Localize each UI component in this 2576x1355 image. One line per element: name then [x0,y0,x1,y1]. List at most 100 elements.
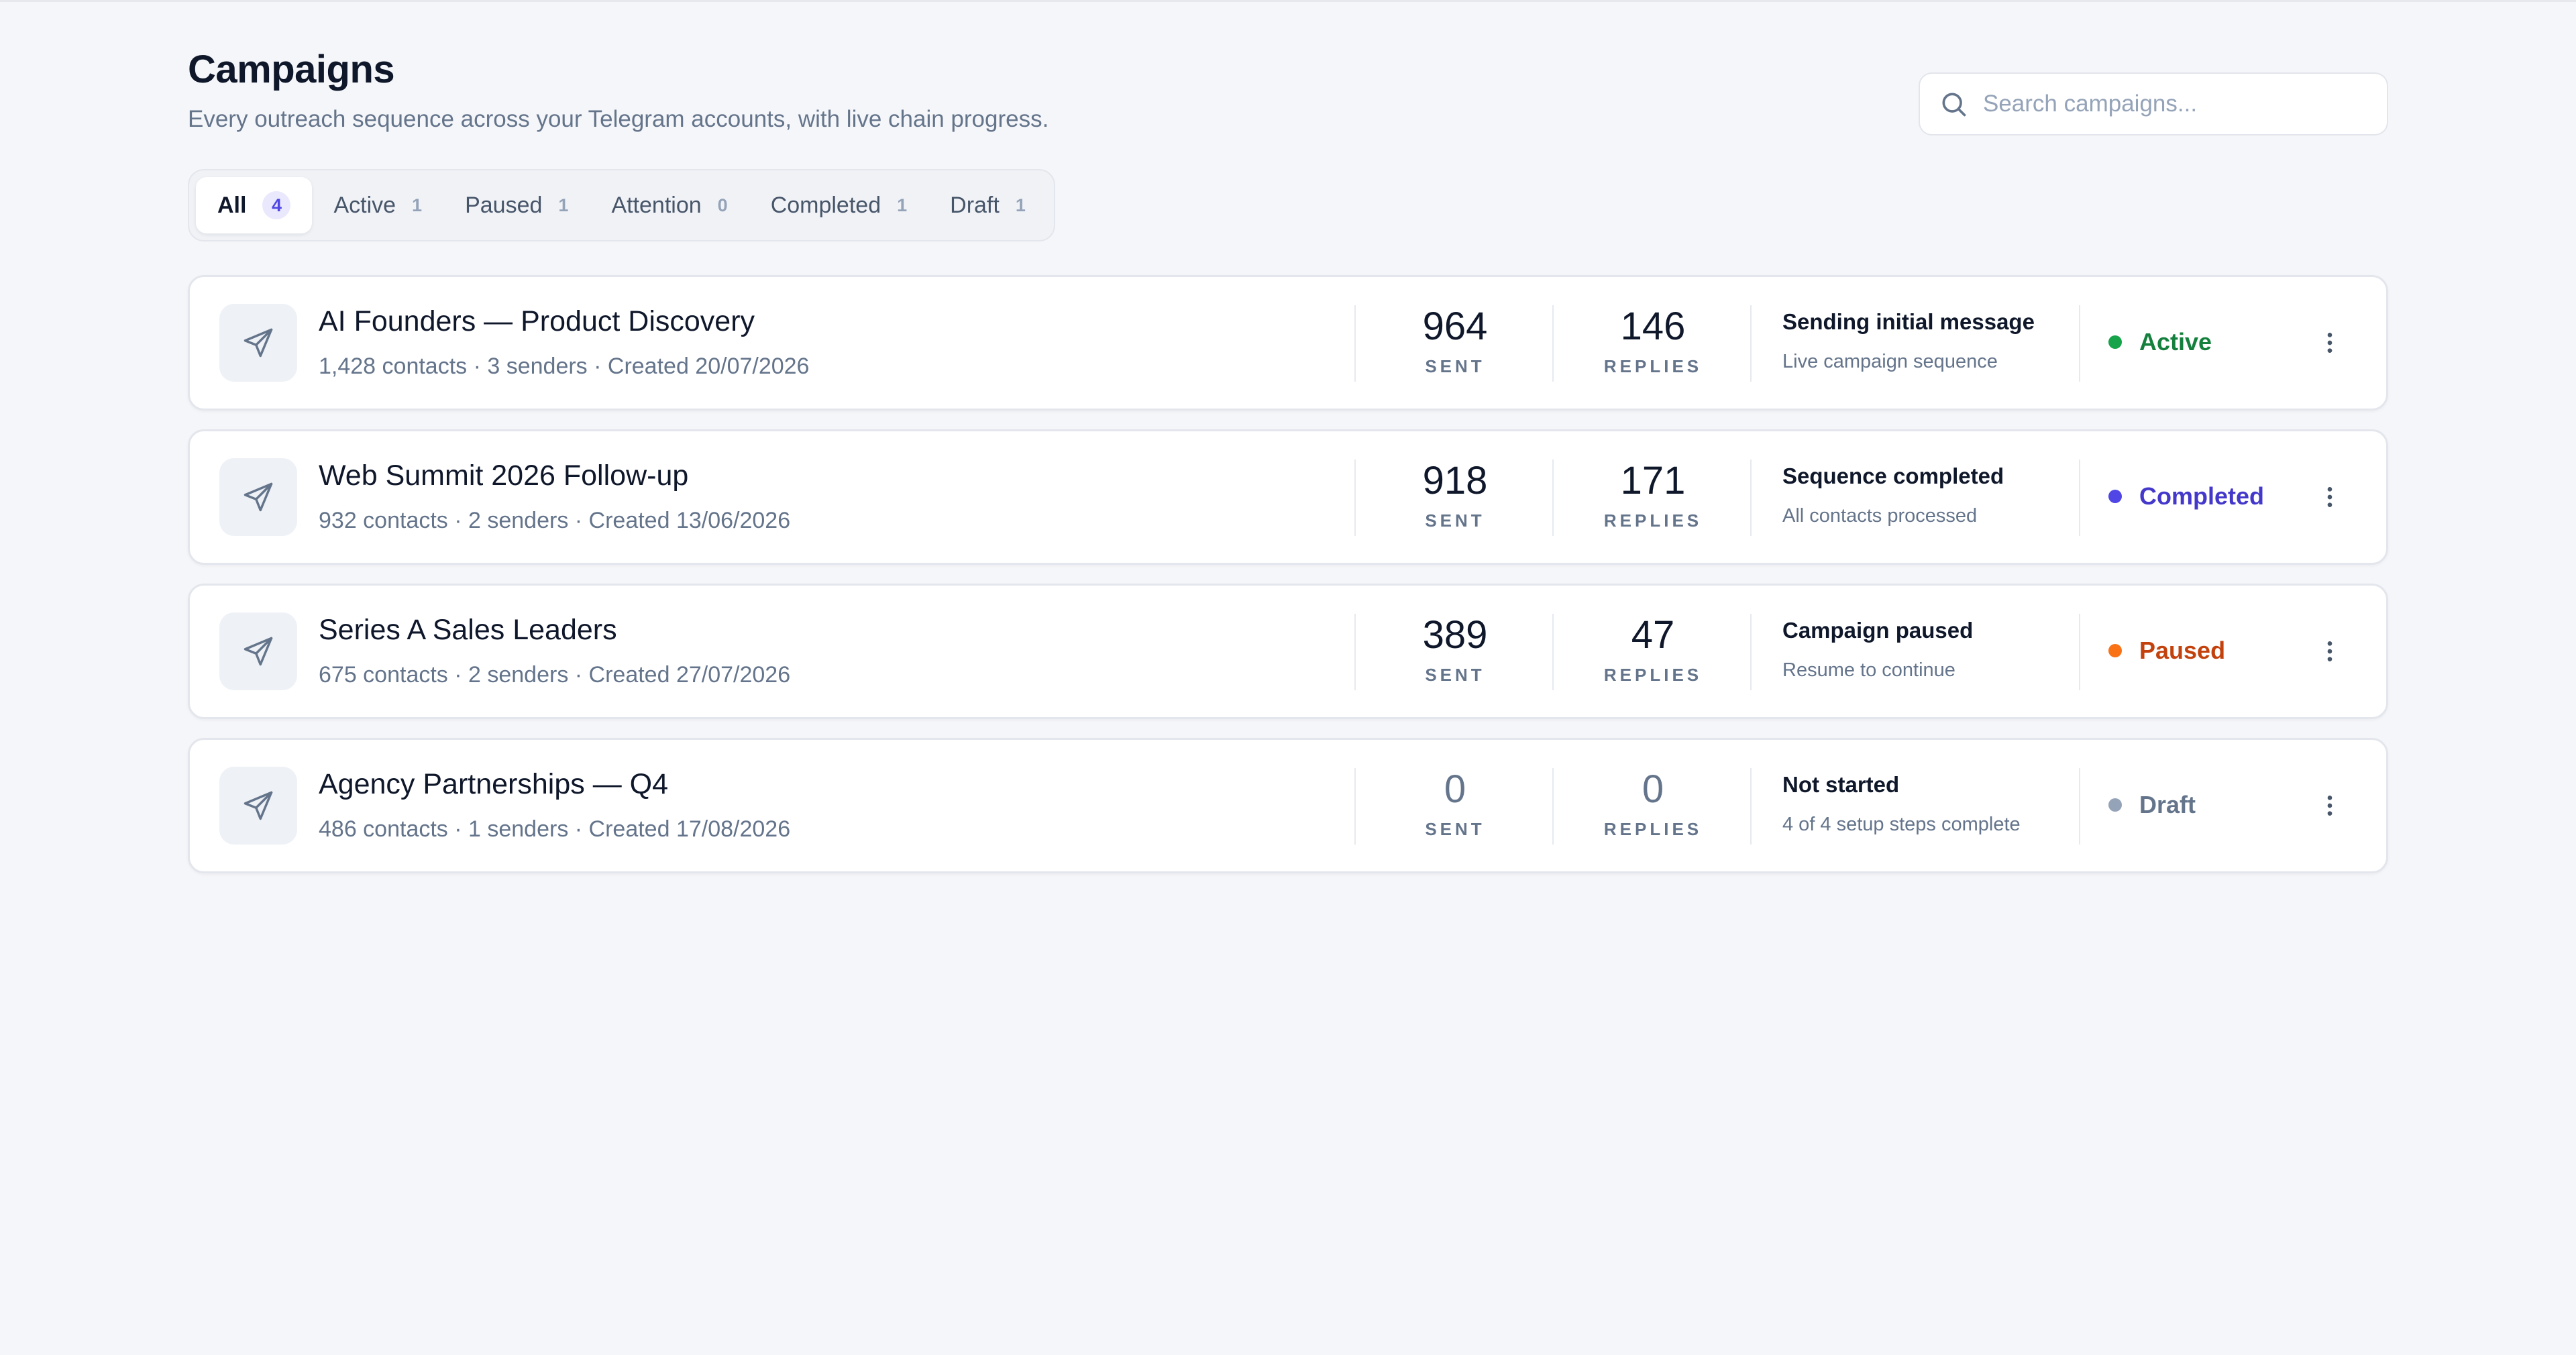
status-badge: Draft [2108,791,2196,819]
sent-metric: 0 SENT [1358,768,1552,840]
status-filter-tabs: All 4 Active 1 Paused 1 Attention 0 Comp… [188,169,1055,241]
progress-subtitle: Resume to continue [1782,659,1955,681]
divider [1750,768,1752,845]
sent-label: SENT [1425,664,1485,685]
search-box[interactable] [1919,72,2388,136]
tab-count: 1 [412,195,423,215]
chain-progress: Not started 4 of 4 setup steps complete [1782,772,2021,836]
status-badge: Active [2108,328,2212,356]
progress-title: Campaign paused [1782,618,1974,643]
status-badge: Paused [2108,637,2225,665]
replies-label: REPLIES [1603,818,1703,839]
send-icon [219,767,297,845]
status-dot [2108,798,2122,812]
tab-label: Draft [950,192,1000,218]
sent-count: 918 [1422,459,1488,502]
search-input[interactable] [1983,91,2387,117]
tab-attention[interactable]: Attention 0 [590,177,749,233]
progress-title: Not started [1782,772,1900,797]
tab-completed[interactable]: Completed 1 [749,177,928,233]
campaign-card[interactable]: Web Summit 2026 Follow-up 932 contacts ·… [188,429,2388,565]
divider [2079,614,2080,690]
campaign-name: AI Founders — Product Discovery [319,305,755,337]
status-label: Completed [2139,482,2265,510]
replies-count: 47 [1631,613,1675,657]
campaign-name: Web Summit 2026 Follow-up [319,459,689,492]
tab-label: Attention [611,192,702,218]
send-icon [219,612,297,690]
tab-count: 0 [717,195,728,215]
status-badge: Completed [2108,482,2264,510]
replies-label: REPLIES [1603,356,1703,376]
tab-all[interactable]: All 4 [196,177,313,233]
replies-metric: 146 REPLIES [1556,305,1750,377]
campaign-name: Agency Partnerships — Q4 [319,768,669,800]
more-vertical-icon[interactable] [2306,781,2354,830]
more-vertical-icon[interactable] [2306,473,2354,521]
progress-subtitle: Live campaign sequence [1782,351,1998,372]
replies-label: REPLIES [1603,510,1703,531]
tab-label: Paused [465,192,543,218]
page-subtitle: Every outreach sequence across your Tele… [188,106,1049,132]
divider [1750,459,1752,536]
replies-count: 171 [1620,459,1686,502]
sent-label: SENT [1425,510,1485,531]
chain-progress: Sending initial message Live campaign se… [1782,309,2035,373]
sent-metric: 389 SENT [1358,614,1552,686]
divider [1354,614,1356,690]
campaign-meta: 932 contacts · 2 senders · Created 13/06… [319,508,791,533]
campaign-meta: 675 contacts · 2 senders · Created 27/07… [319,662,791,688]
campaign-meta: 486 contacts · 1 senders · Created 17/08… [319,816,791,842]
divider [1354,305,1356,382]
sent-label: SENT [1425,818,1485,839]
chain-progress: Campaign paused Resume to continue [1782,618,1973,682]
campaigns-page: Campaigns Every outreach sequence across… [188,0,2388,873]
divider [1552,459,1554,536]
sent-count: 389 [1422,613,1488,657]
progress-subtitle: All contacts processed [1782,505,1978,527]
sent-count: 964 [1422,305,1488,348]
tab-draft[interactable]: Draft 1 [928,177,1047,233]
replies-label: REPLIES [1603,664,1703,685]
divider [1354,768,1356,845]
tab-label: Completed [770,192,881,218]
divider [1552,614,1554,690]
more-vertical-icon[interactable] [2306,627,2354,675]
sent-metric: 964 SENT [1358,305,1552,377]
tab-active[interactable]: Active 1 [312,177,443,233]
progress-subtitle: 4 of 4 setup steps complete [1782,814,2021,835]
tab-paused[interactable]: Paused 1 [443,177,590,233]
campaign-meta: 1,428 contacts · 3 senders · Created 20/… [319,354,810,379]
status-label: Paused [2139,637,2226,664]
tab-count: 1 [897,195,908,215]
tab-count: 4 [262,191,291,219]
replies-count: 146 [1620,305,1686,348]
progress-title: Sending initial message [1782,309,2035,334]
divider [2079,305,2080,382]
replies-metric: 171 REPLIES [1556,459,1750,531]
campaign-list: AI Founders — Product Discovery 1,428 co… [188,275,2388,892]
send-icon [219,304,297,382]
divider [1354,459,1356,536]
status-dot [2108,335,2122,349]
search-icon [1939,89,1968,119]
status-label: Draft [2139,791,2196,818]
sent-count: 0 [1444,767,1466,811]
more-vertical-icon[interactable] [2306,319,2354,367]
campaign-card[interactable]: Series A Sales Leaders 675 contacts · 2 … [188,584,2388,719]
tab-count: 1 [558,195,569,215]
page-header: Campaigns Every outreach sequence across… [188,0,2388,241]
page-title: Campaigns [188,48,395,91]
tab-label: All [217,192,247,218]
chain-progress: Sequence completed All contacts processe… [1782,464,2004,527]
campaign-card[interactable]: AI Founders — Product Discovery 1,428 co… [188,275,2388,411]
campaign-card[interactable]: Agency Partnerships — Q4 486 contacts · … [188,738,2388,873]
sent-label: SENT [1425,356,1485,376]
divider [2079,768,2080,845]
divider [2079,459,2080,536]
replies-metric: 0 REPLIES [1556,768,1750,840]
divider [1750,305,1752,382]
sent-metric: 918 SENT [1358,459,1552,531]
campaign-name: Series A Sales Leaders [319,614,617,646]
divider [1552,305,1554,382]
